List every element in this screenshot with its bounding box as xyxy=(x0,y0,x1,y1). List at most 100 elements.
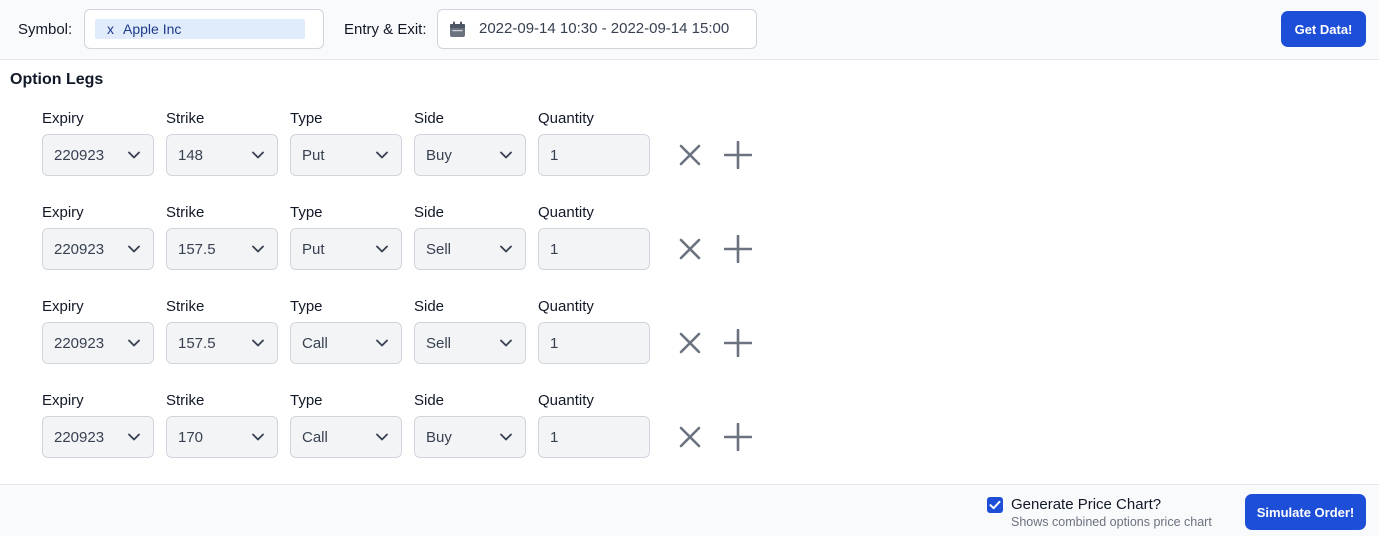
add-leg-button[interactable] xyxy=(723,140,753,170)
side-value: Buy xyxy=(426,147,452,164)
type-label: Type xyxy=(290,110,323,127)
add-leg-button[interactable] xyxy=(723,328,753,358)
chevron-down-icon xyxy=(252,151,264,159)
side-select[interactable]: Buy xyxy=(414,134,526,176)
expiry-label: Expiry xyxy=(42,298,84,315)
date-range-text: 2022-09-14 10:30 - 2022-09-14 15:00 xyxy=(479,20,730,37)
generate-chart-checkbox[interactable] xyxy=(987,497,1003,513)
quantity-label: Quantity xyxy=(538,392,594,409)
remove-leg-button[interactable] xyxy=(676,423,704,451)
quantity-label: Quantity xyxy=(538,110,594,127)
expiry-value: 220923 xyxy=(54,241,105,258)
strike-label: Strike xyxy=(166,204,205,221)
expiry-label: Expiry xyxy=(42,392,84,409)
strike-value: 148 xyxy=(178,147,204,164)
option-leg-row: Expiry Strike Type Side Quantity 220923 148 Put… xyxy=(0,110,800,200)
chevron-down-icon xyxy=(376,151,388,159)
chevron-down-icon xyxy=(500,151,512,159)
side-select[interactable]: Buy xyxy=(414,416,526,458)
date-range-picker[interactable]: 2022-09-14 10:30 - 2022-09-14 15:00 xyxy=(437,9,757,49)
close-icon xyxy=(679,332,701,354)
expiry-value: 220923 xyxy=(54,335,105,352)
plus-icon xyxy=(723,234,753,264)
close-icon xyxy=(679,426,701,448)
expiry-label: Expiry xyxy=(42,110,84,127)
check-icon xyxy=(989,500,1001,510)
remove-leg-button[interactable] xyxy=(676,235,704,263)
side-label: Side xyxy=(414,204,445,221)
quantity-value: 1 xyxy=(550,429,559,446)
side-value: Buy xyxy=(426,429,452,446)
chevron-down-icon xyxy=(252,433,264,441)
strike-select[interactable]: 148 xyxy=(166,134,278,176)
chevron-down-icon xyxy=(128,245,140,253)
symbol-select[interactable]: x Apple Inc xyxy=(84,9,324,49)
quantity-value: 1 xyxy=(550,241,559,258)
type-select[interactable]: Call xyxy=(290,322,402,364)
strike-value: 157.5 xyxy=(178,335,216,352)
bottom-toolbar: Generate Price Chart? Shows combined opt… xyxy=(0,484,1379,536)
option-legs-title: Option Legs xyxy=(10,71,104,88)
strike-select[interactable]: 157.5 xyxy=(166,322,278,364)
side-select[interactable]: Sell xyxy=(414,228,526,270)
chevron-down-icon xyxy=(128,339,140,347)
close-icon xyxy=(679,144,701,166)
remove-leg-button[interactable] xyxy=(676,329,704,357)
chevron-down-icon xyxy=(376,245,388,253)
expiry-value: 220923 xyxy=(54,429,105,446)
top-toolbar: Symbol: x Apple Inc Entry & Exit: 2022-09… xyxy=(0,0,1379,60)
type-label: Type xyxy=(290,204,323,221)
side-label: Side xyxy=(414,392,445,409)
remove-leg-button[interactable] xyxy=(676,141,704,169)
entry-exit-label: Entry & Exit: xyxy=(344,21,427,38)
quantity-value: 1 xyxy=(550,147,559,164)
generate-chart-label: Generate Price Chart? xyxy=(1011,496,1162,513)
side-select[interactable]: Sell xyxy=(414,322,526,364)
strike-value: 157.5 xyxy=(178,241,216,258)
strike-select[interactable]: 170 xyxy=(166,416,278,458)
type-label: Type xyxy=(290,298,323,315)
chevron-down-icon xyxy=(500,339,512,347)
type-value: Call xyxy=(302,335,328,352)
plus-icon xyxy=(723,328,753,358)
add-leg-button[interactable] xyxy=(723,234,753,264)
expiry-label: Expiry xyxy=(42,204,84,221)
chevron-down-icon xyxy=(252,245,264,253)
quantity-value: 1 xyxy=(550,335,559,352)
expiry-select[interactable]: 220923 xyxy=(42,134,154,176)
type-value: Put xyxy=(302,241,325,258)
plus-icon xyxy=(723,140,753,170)
get-data-button[interactable]: Get Data! xyxy=(1281,11,1366,47)
type-select[interactable]: Call xyxy=(290,416,402,458)
chevron-down-icon xyxy=(500,245,512,253)
quantity-input[interactable]: 1 xyxy=(538,134,650,176)
type-select[interactable]: Put xyxy=(290,228,402,270)
symbol-chip: x Apple Inc xyxy=(95,19,305,39)
quantity-input[interactable]: 1 xyxy=(538,322,650,364)
side-value: Sell xyxy=(426,335,452,352)
quantity-input[interactable]: 1 xyxy=(538,228,650,270)
chevron-down-icon xyxy=(376,433,388,441)
quantity-input[interactable]: 1 xyxy=(538,416,650,458)
close-icon xyxy=(679,238,701,260)
option-leg-row: Expiry Strike Type Side Quantity 220923 157.5 C… xyxy=(0,298,800,388)
strike-label: Strike xyxy=(166,298,205,315)
side-label: Side xyxy=(414,110,445,127)
symbol-label: Symbol: xyxy=(18,21,73,38)
expiry-select[interactable]: 220923 xyxy=(42,322,154,364)
option-leg-row: Expiry Strike Type Side Quantity 220923 157.5 P… xyxy=(0,204,800,294)
chip-remove-button[interactable]: x xyxy=(107,21,114,37)
add-leg-button[interactable] xyxy=(723,422,753,452)
chevron-down-icon xyxy=(376,339,388,347)
chevron-down-icon xyxy=(500,433,512,441)
simulate-order-button[interactable]: Simulate Order! xyxy=(1245,494,1366,530)
type-label: Type xyxy=(290,392,323,409)
generate-chart-hint: Shows combined options price chart xyxy=(1011,515,1212,529)
strike-value: 170 xyxy=(178,429,204,446)
expiry-select[interactable]: 220923 xyxy=(42,228,154,270)
side-label: Side xyxy=(414,298,445,315)
type-select[interactable]: Put xyxy=(290,134,402,176)
strike-select[interactable]: 157.5 xyxy=(166,228,278,270)
expiry-select[interactable]: 220923 xyxy=(42,416,154,458)
expiry-value: 220923 xyxy=(54,147,105,164)
